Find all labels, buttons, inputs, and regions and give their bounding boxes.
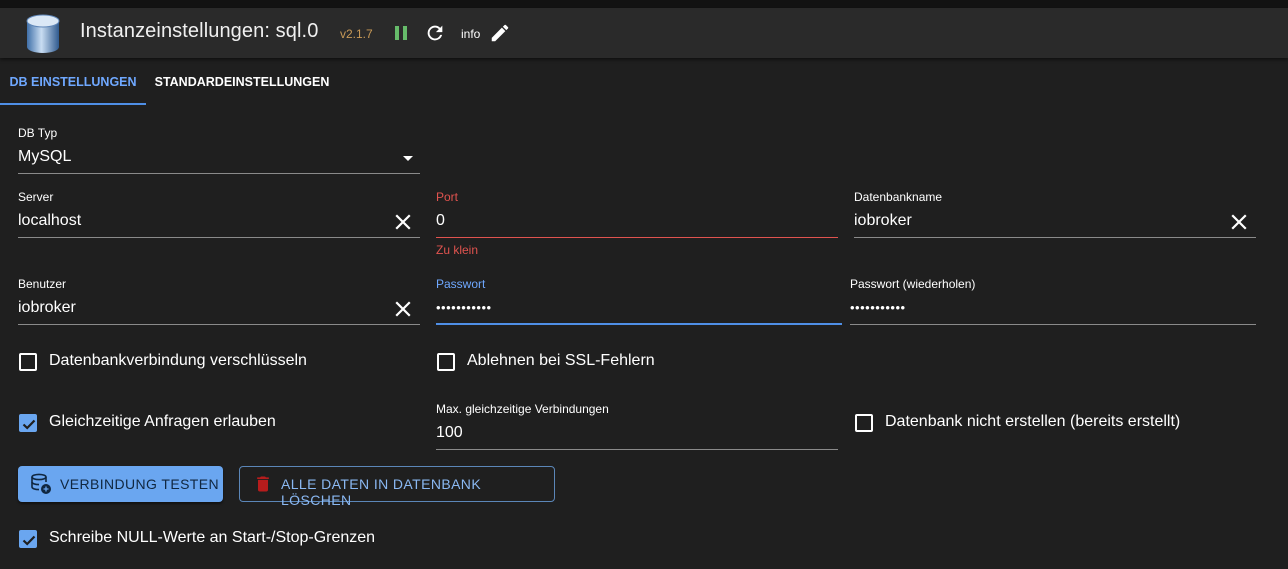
check-icon [22,419,36,430]
reload-icon[interactable] [424,22,446,44]
check-icon [22,535,36,546]
database-network-icon [31,473,51,494]
port-input[interactable]: 0 [436,212,445,230]
server-label: Server [18,190,54,204]
password-repeat-underline [850,324,1256,325]
no-create-checkbox[interactable] [855,414,873,432]
parallel-checkbox[interactable] [19,414,37,432]
reject-ssl-checkbox[interactable] [437,353,455,371]
dbname-input[interactable]: iobroker [854,212,912,230]
caret-down-icon[interactable] [403,156,413,161]
server-underline [18,237,420,238]
port-underline [436,237,838,238]
close-icon[interactable] [392,298,414,320]
user-underline [18,324,420,325]
parallel-checkbox-label[interactable]: Gleichzeitige Anfragen erlauben [49,413,276,431]
pencil-icon[interactable] [489,22,511,44]
test-connection-label: Verbindung testen [60,476,220,492]
user-input[interactable]: iobroker [18,299,76,317]
page-title: Instanzeinstellungen: sql.0 [80,20,319,42]
dbname-label: Datenbankname [854,190,943,204]
loglevel-label[interactable]: info [461,27,480,41]
password-underline [436,323,842,325]
max-connections-label: Max. gleichzeitige Verbindungen [436,402,609,416]
password-repeat-label: Passwort (wiederholen) [850,277,976,291]
port-label: Port [436,190,459,204]
reject-ssl-checkbox-label[interactable]: Ablehnen bei SSL-Fehlern [467,352,655,370]
dbname-underline [854,237,1256,238]
password-repeat-input[interactable]: ••••••••••• [850,300,906,315]
tab-standardeinstellungen[interactable]: Standardeinstellungen [146,58,338,106]
version-label: v2.1.7 [340,27,373,41]
encrypt-checkbox-label[interactable]: Datenbankverbindung verschlüsseln [49,352,307,370]
db-type-label: DB Typ [18,126,58,140]
db-type-select[interactable]: MySQL [18,148,71,166]
password-input[interactable]: ••••••••••• [436,300,492,315]
app-bar: Instanzeinstellungen: sql.0 v2.1.7 info [0,8,1288,58]
port-error-text: Zu klein [436,243,479,257]
trash-icon [257,476,269,492]
write-nulls-checkbox[interactable] [19,530,37,548]
tab-db-einstellungen[interactable]: DB Einstellungen [0,58,146,106]
delete-all-data-label: Alle Daten in Datenbank löschen [281,476,482,508]
max-connections-underline [436,449,838,450]
close-icon[interactable] [392,211,414,233]
window-top-strip [0,0,1288,8]
write-nulls-checkbox-label[interactable]: Schreibe NULL-Werte an Start-/Stop-Grenz… [49,529,375,547]
database-icon [26,14,60,53]
pause-icon[interactable] [390,22,412,44]
close-icon[interactable] [1228,211,1250,233]
test-connection-button[interactable]: Verbindung testen [18,466,223,502]
encrypt-checkbox[interactable] [19,353,37,371]
db-type-underline [18,173,420,174]
server-input[interactable]: localhost [18,212,81,230]
active-tab-indicator [0,103,146,105]
password-label: Passwort [436,277,486,291]
max-connections-input[interactable]: 100 [436,424,463,442]
delete-all-data-button[interactable]: Alle Daten in Datenbank löschen [239,466,555,508]
no-create-checkbox-label[interactable]: Datenbank nicht erstellen (bereits erste… [885,413,1180,431]
user-label: Benutzer [18,277,67,291]
